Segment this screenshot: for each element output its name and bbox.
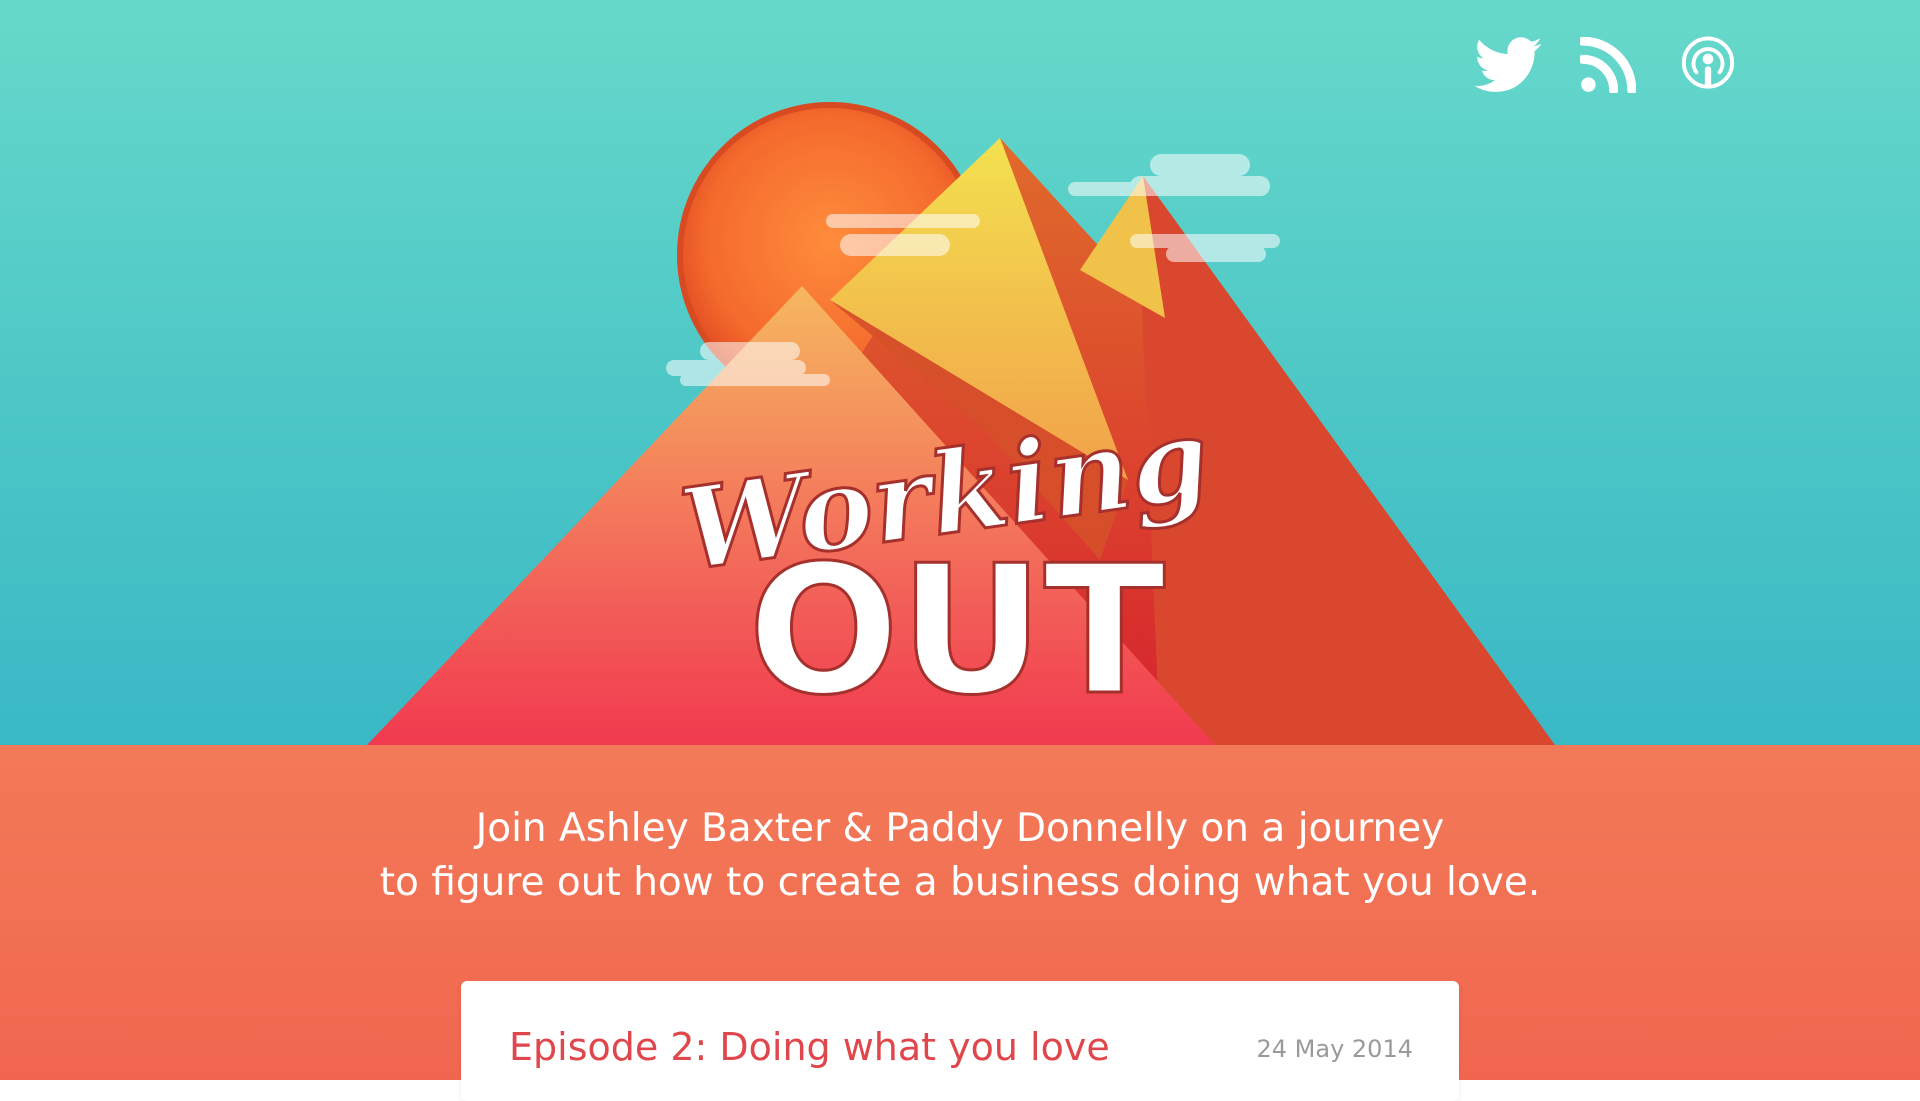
tagline: Join Ashley Baxter & Paddy Donnelly on a…	[0, 802, 1920, 910]
twitter-icon[interactable]	[1472, 34, 1544, 96]
hero-illustration: Working OUT	[367, 102, 1555, 745]
social-links	[1472, 34, 1744, 96]
episode-title[interactable]: Episode 2: Doing what you love	[509, 1025, 1110, 1069]
tagline-line-2: to figure out how to create a business d…	[379, 860, 1541, 905]
logo-block: OUT	[748, 527, 1165, 734]
episode-card[interactable]: Episode 2: Doing what you love 24 May 20…	[461, 981, 1459, 1101]
rss-icon[interactable]	[1572, 34, 1644, 96]
podcast-icon[interactable]	[1672, 34, 1744, 96]
episode-date: 24 May 2014	[1256, 1035, 1414, 1063]
tagline-line-1: Join Ashley Baxter & Paddy Donnelly on a…	[475, 806, 1445, 851]
